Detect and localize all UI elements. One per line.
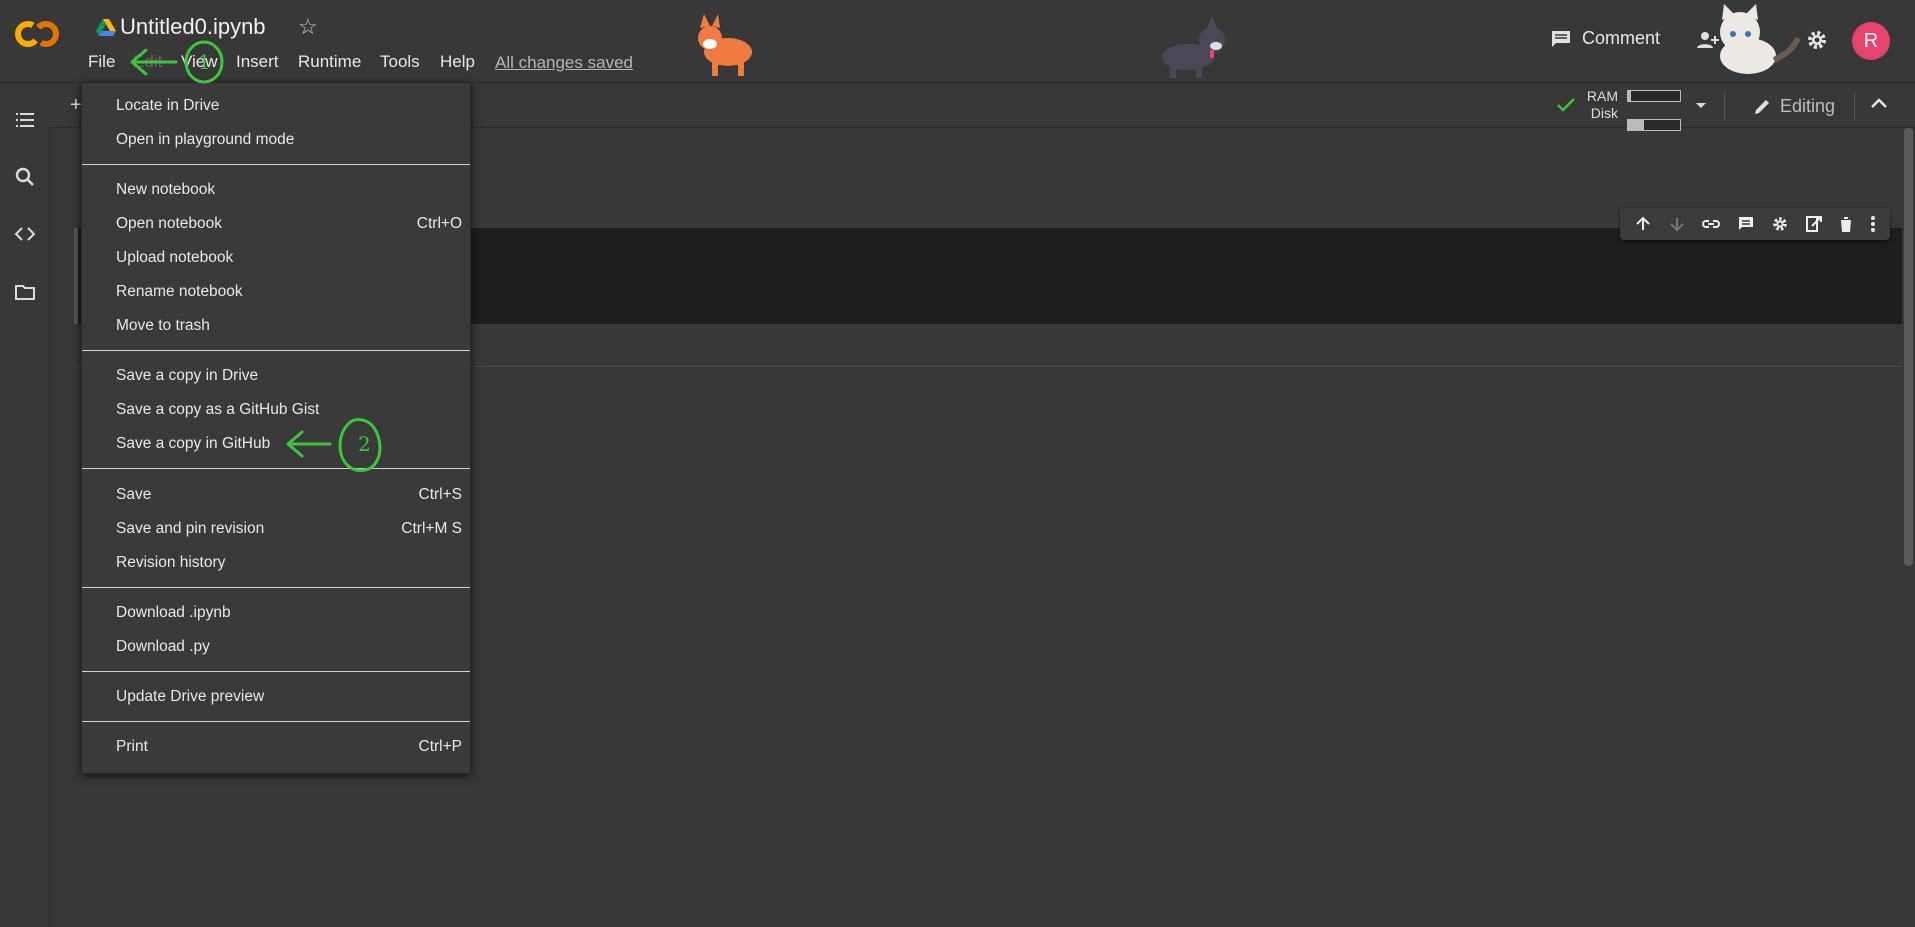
corgi-pet-image: [688, 12, 768, 87]
more-options-kebab-icon[interactable]: [1870, 215, 1876, 233]
dog-pet-image: [1148, 12, 1238, 87]
menu-item-update-drive-preview[interactable]: Update Drive preview: [116, 688, 264, 706]
menu-separator: [82, 164, 470, 165]
share-people-icon: [1697, 32, 1719, 48]
delete-cell-trash-icon[interactable]: [1838, 215, 1854, 233]
toolbar-divider: [1854, 92, 1855, 120]
colab-logo[interactable]: [14, 20, 60, 53]
annotation-step-1-number: 1: [198, 50, 211, 74]
menu-item-upload-notebook[interactable]: Upload notebook: [116, 249, 233, 267]
add-code-plus-icon[interactable]: +: [70, 94, 82, 117]
pencil-icon: [1755, 99, 1769, 114]
disk-label: Disk: [1590, 105, 1618, 121]
shortcut-print: Ctrl+P: [418, 738, 463, 755]
cell-gutter[interactable]: [74, 228, 78, 324]
annotation-arrow-step-2: [284, 414, 396, 481]
annotation-step-2-number: 2: [358, 432, 371, 456]
menu-separator: [82, 721, 470, 722]
menu-separator: [82, 468, 470, 469]
save-status-link[interactable]: All changes saved: [495, 53, 633, 73]
editing-mode-button[interactable]: Editing: [1752, 96, 1835, 117]
runtime-connected-check-icon: [1556, 97, 1576, 118]
menu-separator: [82, 587, 470, 588]
mirror-cell-in-tab-icon[interactable]: [1805, 215, 1823, 233]
menu-item-save-copy-github[interactable]: Save a copy in GitHub: [116, 435, 270, 453]
move-cell-up-icon[interactable]: [1634, 215, 1652, 233]
toolbar-divider: [1724, 92, 1725, 120]
files-folder-icon[interactable]: [14, 281, 36, 303]
menu-item-rename-notebook[interactable]: Rename notebook: [116, 283, 243, 301]
collapse-header-chevron-up-icon[interactable]: [1870, 96, 1888, 114]
settings-gear-icon[interactable]: [1805, 28, 1829, 57]
menu-item-save-pin-revision[interactable]: Save and pin revision: [116, 520, 264, 538]
menu-item-print[interactable]: Print: [116, 738, 148, 756]
ram-usage-bar[interactable]: [1627, 90, 1681, 102]
cat-pet-image: [1708, 4, 1804, 87]
table-of-contents-icon[interactable]: [14, 109, 36, 131]
menu-item-revision-history[interactable]: Revision history: [116, 554, 225, 572]
connect-dropdown-caret-icon[interactable]: [1694, 97, 1708, 115]
comment-button[interactable]: Comment: [1550, 28, 1660, 49]
move-cell-down-icon[interactable]: [1668, 215, 1686, 233]
menu-item-new-notebook[interactable]: New notebook: [116, 181, 215, 199]
disk-usage-bar[interactable]: [1627, 119, 1681, 131]
left-sidebar: [0, 83, 50, 927]
user-avatar[interactable]: R: [1852, 22, 1890, 60]
annotation-arrow-step-1: [128, 36, 228, 97]
menu-insert[interactable]: Insert: [236, 52, 279, 72]
menu-item-download-ipynb[interactable]: Download .ipynb: [116, 604, 231, 622]
disk-usage-fill: [1628, 120, 1644, 130]
menu-item-save-copy-drive[interactable]: Save a copy in Drive: [116, 367, 258, 385]
menu-item-download-py[interactable]: Download .py: [116, 638, 210, 656]
cell-toolbar: [1620, 208, 1890, 240]
menu-separator: [82, 671, 470, 672]
menu-item-move-to-trash[interactable]: Move to trash: [116, 317, 210, 335]
link-to-cell-icon[interactable]: [1701, 215, 1721, 233]
star-icon[interactable]: ☆: [298, 14, 318, 40]
menu-separator: [82, 350, 470, 351]
menu-tools[interactable]: Tools: [380, 52, 420, 72]
cell-settings-gear-icon[interactable]: [1771, 215, 1789, 233]
shortcut-save: Ctrl+S: [418, 486, 463, 503]
vertical-scrollbar[interactable]: [1904, 128, 1913, 566]
ram-label: RAM: [1586, 88, 1618, 104]
shortcut-open-notebook: Ctrl+O: [416, 215, 462, 232]
search-icon[interactable]: [14, 166, 36, 188]
share-button[interactable]: [1697, 30, 1721, 55]
comment-label: Comment: [1582, 28, 1661, 48]
ram-usage-fill: [1628, 91, 1631, 101]
menu-help[interactable]: Help: [440, 52, 475, 72]
add-comment-icon[interactable]: [1737, 215, 1755, 233]
editing-label: Editing: [1780, 96, 1836, 116]
google-drive-icon: [96, 19, 116, 42]
menu-item-locate-in-drive[interactable]: Locate in Drive: [116, 97, 219, 115]
menu-file[interactable]: File: [88, 52, 115, 72]
menu-item-open-notebook[interactable]: Open notebook: [116, 215, 222, 233]
shortcut-save-pin-revision: Ctrl+M S: [401, 520, 462, 537]
code-snippets-icon[interactable]: [14, 223, 36, 245]
file-menu-dropdown: Locate in Drive Open in playground mode …: [81, 82, 471, 774]
menu-item-save[interactable]: Save: [116, 486, 151, 504]
menu-item-open-playground[interactable]: Open in playground mode: [116, 131, 294, 149]
comment-icon: [1552, 30, 1570, 47]
menu-runtime[interactable]: Runtime: [298, 52, 361, 72]
